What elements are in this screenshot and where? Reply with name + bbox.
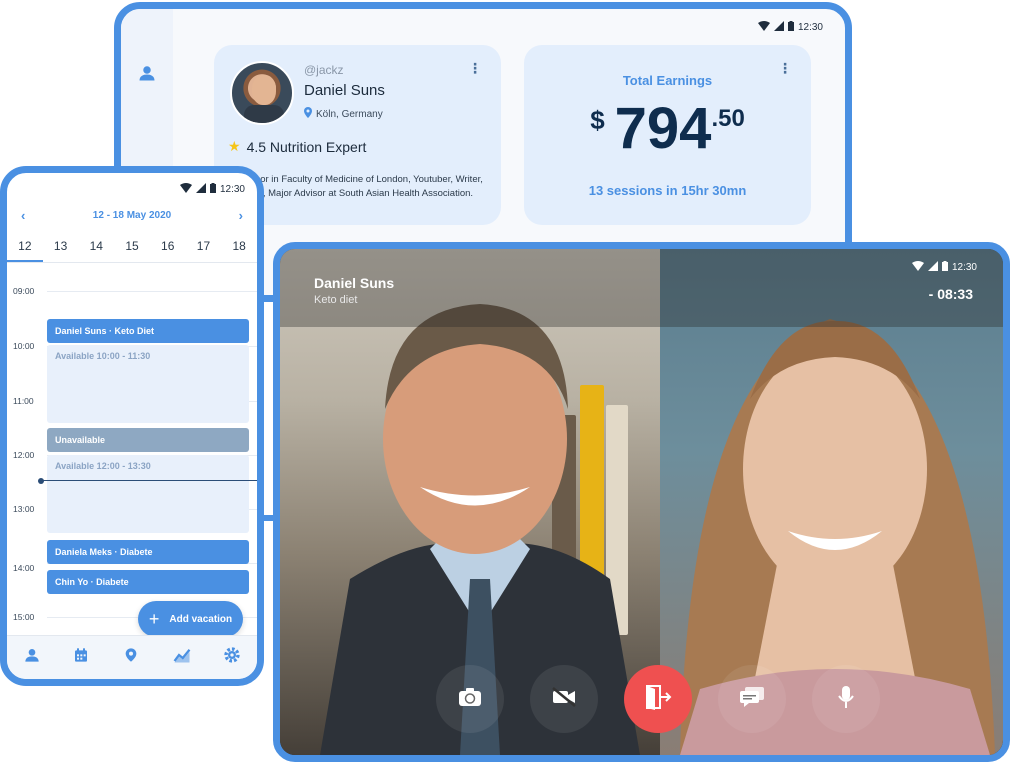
week-navigator: ‹ 12 - 18 May 2020 › bbox=[7, 203, 257, 227]
week-range: 12 - 18 May 2020 bbox=[92, 209, 172, 221]
star-icon: ★ bbox=[228, 138, 241, 154]
calendar-icon[interactable] bbox=[73, 647, 89, 668]
appointment-event[interactable]: Daniel Suns · Keto Diet bbox=[47, 319, 249, 343]
signal-icon bbox=[195, 183, 206, 196]
video-off-icon bbox=[551, 686, 577, 712]
mic-icon bbox=[838, 685, 854, 713]
availability-slot[interactable]: Available 12:00 - 13:30 bbox=[47, 455, 249, 533]
phone-frame: 12:30 ‹ 12 - 18 May 2020 › 12 13 14 15 1… bbox=[0, 166, 264, 686]
battery-icon bbox=[941, 261, 948, 274]
call-status-bar: 12:30 bbox=[911, 261, 977, 274]
amount-main: 794 bbox=[614, 96, 712, 161]
earnings-sessions: 13 sessions in 15hr 30mn bbox=[588, 183, 747, 198]
day-timeline: 09:00 10:00 11:00 12:00 13:00 14:00 15:0… bbox=[7, 265, 257, 643]
add-vacation-button[interactable]: + Add vacation bbox=[138, 601, 243, 637]
hour-label: 13:00 bbox=[13, 504, 35, 514]
chevron-left-icon[interactable]: ‹ bbox=[21, 208, 25, 223]
hour-label: 15:00 bbox=[13, 612, 35, 622]
hour-label: 14:00 bbox=[13, 563, 35, 573]
chart-icon[interactable] bbox=[173, 647, 191, 668]
settings-icon[interactable] bbox=[224, 647, 240, 668]
call-controls bbox=[280, 665, 1003, 735]
video-toggle-button[interactable] bbox=[530, 665, 598, 733]
switch-camera-icon bbox=[458, 687, 482, 712]
hour-label: 12:00 bbox=[13, 450, 35, 460]
hour-label: 09:00 bbox=[13, 286, 35, 296]
hour-gridline bbox=[47, 291, 257, 292]
day-tab[interactable]: 16 bbox=[150, 231, 186, 262]
earnings-title: Total Earnings bbox=[622, 73, 713, 88]
profile-handle: @jackz bbox=[304, 63, 344, 77]
rating-text: 4.5 Nutrition Expert bbox=[246, 138, 367, 155]
chat-button[interactable] bbox=[718, 665, 786, 733]
phone-status-bar: 12:30 bbox=[179, 183, 245, 196]
wifi-icon bbox=[757, 21, 770, 34]
call-timer: - 08:33 bbox=[928, 286, 973, 302]
switch-camera-button[interactable] bbox=[436, 665, 504, 733]
day-tab[interactable]: 14 bbox=[78, 231, 114, 262]
current-time-dot bbox=[38, 478, 44, 484]
chat-icon bbox=[739, 686, 765, 713]
hour-label: 10:00 bbox=[13, 341, 35, 351]
earnings-amount: $ 794 .50 bbox=[524, 95, 811, 163]
plus-icon: + bbox=[148, 609, 160, 629]
battery-icon bbox=[209, 183, 216, 196]
end-call-icon bbox=[644, 684, 672, 715]
profile-location: Köln, Germany bbox=[304, 107, 383, 121]
appointment-event[interactable]: Daniela Meks · Diabete bbox=[47, 540, 249, 564]
signal-icon bbox=[773, 21, 784, 34]
profile-menu-icon[interactable]: ⋮ bbox=[468, 61, 482, 75]
day-tab[interactable]: 15 bbox=[114, 231, 150, 262]
wifi-icon bbox=[179, 183, 192, 196]
day-tab[interactable]: 12 bbox=[7, 231, 43, 262]
signal-icon bbox=[927, 261, 938, 274]
profile-rating: ★ 4.5 Nutrition Expert bbox=[228, 138, 366, 155]
map-pin-icon[interactable] bbox=[123, 647, 139, 668]
status-time: 12:30 bbox=[219, 184, 245, 195]
stage: 12:30 @jackz Daniel Suns Köln, Germany ⋮… bbox=[0, 0, 1010, 762]
user-icon[interactable] bbox=[24, 647, 40, 668]
bottom-nav bbox=[7, 635, 257, 679]
add-vacation-label: Add vacation bbox=[169, 613, 233, 625]
day-tab[interactable]: 18 bbox=[221, 231, 257, 262]
appointment-event[interactable]: Chin Yo · Diabete bbox=[47, 570, 249, 594]
caller-topic: Keto diet bbox=[314, 294, 358, 306]
avatar bbox=[230, 61, 294, 125]
location-text: Köln, Germany bbox=[316, 108, 383, 120]
battery-icon bbox=[787, 21, 794, 34]
current-time-line bbox=[41, 480, 257, 481]
availability-slot[interactable]: Available 10:00 - 11:30 bbox=[47, 345, 249, 423]
day-tab[interactable]: 13 bbox=[43, 231, 79, 262]
hour-label: 11:00 bbox=[13, 396, 34, 406]
amount-cents: .50 bbox=[711, 105, 745, 132]
profile-name: Daniel Suns bbox=[304, 82, 385, 99]
tablet-status-bar: 12:30 bbox=[757, 21, 823, 34]
day-tab[interactable]: 17 bbox=[186, 231, 222, 262]
profile-bio: Professor in Faculty of Medicine of Lond… bbox=[228, 174, 483, 199]
chevron-right-icon[interactable]: › bbox=[239, 208, 243, 223]
wifi-icon bbox=[911, 261, 924, 274]
map-pin-icon bbox=[304, 107, 312, 121]
unavailable-block[interactable]: Unavailable bbox=[47, 428, 249, 452]
user-icon[interactable] bbox=[138, 64, 156, 87]
status-time: 12:30 bbox=[951, 262, 977, 273]
caller-name: Daniel Suns bbox=[314, 275, 395, 291]
mic-button[interactable] bbox=[812, 665, 880, 733]
video-call-panel: Daniel Suns Keto diet 12:30 - 08:33 bbox=[273, 242, 1010, 762]
end-call-button[interactable] bbox=[624, 665, 692, 733]
status-time: 12:30 bbox=[797, 22, 823, 33]
day-tabs: 12 13 14 15 16 17 18 bbox=[7, 231, 257, 263]
earnings-card: ⋮ Total Earnings $ 794 .50 13 sessions i… bbox=[524, 45, 811, 225]
currency-symbol: $ bbox=[590, 105, 605, 135]
